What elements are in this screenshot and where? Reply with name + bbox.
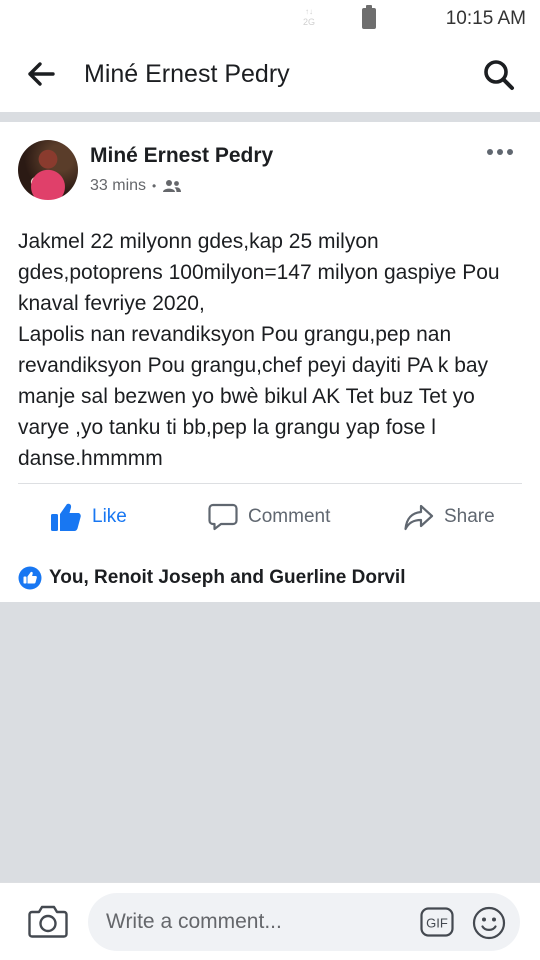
- search-icon: [484, 60, 514, 90]
- camera-button[interactable]: [28, 903, 68, 939]
- like-reaction-icon: [18, 566, 42, 590]
- share-label: Share: [444, 506, 495, 527]
- comment-bubble-icon: [208, 503, 238, 531]
- post-author-name[interactable]: Miné Ernest Pedry: [90, 144, 273, 168]
- comment-button[interactable]: Comment: [208, 502, 330, 532]
- post-meta: 33 mins •: [90, 177, 182, 195]
- app-header: Miné Ernest Pedry: [0, 36, 540, 112]
- comment-bar: Write a comment... GIF: [0, 882, 540, 960]
- post-text: Jakmel 22 milyonn gdes,kap 25 milyon gde…: [18, 230, 500, 470]
- emoji-button[interactable]: [472, 906, 506, 940]
- battery-icon: [362, 5, 376, 29]
- like-label: Like: [92, 506, 127, 527]
- comment-label: Comment: [248, 506, 331, 527]
- network-indicator: ↑↓ 2G: [298, 6, 320, 30]
- friends-icon: [163, 180, 182, 192]
- avatar[interactable]: [18, 140, 78, 200]
- gif-icon: GIF: [420, 907, 454, 937]
- like-button[interactable]: Like: [50, 502, 127, 532]
- post-options-button[interactable]: [486, 144, 514, 160]
- meta-separator: •: [152, 179, 157, 193]
- search-button[interactable]: [482, 58, 516, 92]
- network-label: 2G: [302, 17, 315, 27]
- more-options-icon: [487, 149, 513, 155]
- gif-button[interactable]: GIF: [420, 907, 454, 937]
- camera-icon: [28, 905, 68, 938]
- share-button[interactable]: Share: [404, 502, 495, 532]
- back-arrow-icon: [28, 62, 55, 86]
- smiley-icon: [472, 906, 506, 940]
- comment-input[interactable]: Write a comment... GIF: [88, 893, 520, 951]
- back-button[interactable]: [26, 60, 56, 88]
- reactions-summary[interactable]: You, Renoit Joseph and Guerline Dorvil: [18, 566, 405, 590]
- status-time: 10:15 AM: [445, 8, 526, 29]
- status-bar: ↑↓ 2G 10:15 AM: [0, 0, 540, 36]
- post-action-bar: Like Comment Share: [0, 484, 540, 548]
- comment-placeholder: Write a comment...: [106, 910, 282, 933]
- gif-label: GIF: [426, 916, 448, 931]
- thumbs-up-icon: [51, 503, 81, 531]
- post-time[interactable]: 33 mins: [90, 177, 146, 195]
- share-arrow-icon: [404, 504, 434, 531]
- page-title: Miné Ernest Pedry: [84, 60, 290, 88]
- post-card: Miné Ernest Pedry 33 mins • Jakmel 22 mi…: [0, 122, 540, 602]
- reactions-text: You, Renoit Joseph and Guerline Dorvil: [49, 567, 406, 588]
